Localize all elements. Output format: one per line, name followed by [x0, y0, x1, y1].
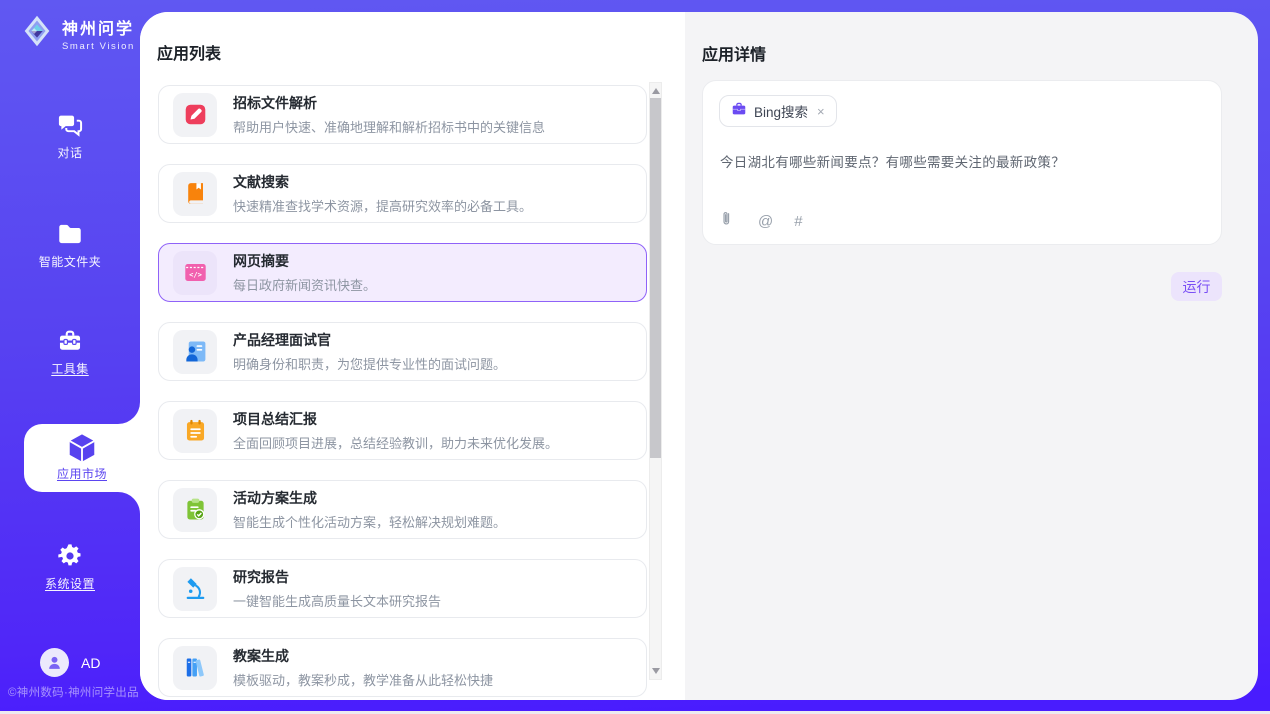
brand-logo-icon — [18, 12, 56, 55]
scroll-up-icon[interactable] — [652, 88, 660, 94]
mention-icon[interactable]: @ — [758, 213, 773, 230]
scrollbar-thumb[interactable] — [650, 98, 661, 458]
sidebar-item-label: 智能文件夹 — [0, 253, 140, 270]
app-card-description: 模板驱动，教案秒成，教学准备从此轻松快捷 — [233, 670, 493, 689]
sidebar-item-chat[interactable]: 对话 — [0, 111, 140, 161]
sidebar-item-label: 工具集 — [0, 360, 140, 377]
sidebar-item-toolbox[interactable]: 工具集 — [0, 327, 140, 377]
sidebar-item-label: 应用市场 — [24, 465, 140, 482]
brand-logo: 神州问学 Smart Vision — [18, 12, 135, 55]
chat-icon — [56, 111, 84, 139]
app-window: 神州问学 Smart Vision 对话智能文件夹工具集应用市场系统设置 AD … — [0, 0, 1270, 714]
app-card-title: 文献搜索 — [233, 172, 532, 192]
prompt-input[interactable]: 今日湖北有哪些新闻要点？有哪些需要关注的最新政策？ — [720, 151, 1201, 171]
app-card-title: 招标文件解析 — [233, 93, 545, 113]
app-card[interactable]: 教案生成模板驱动，教案秒成，教学准备从此轻松快捷 — [158, 638, 647, 697]
cube-icon — [66, 432, 98, 464]
sidebar-item-app-market[interactable]: 应用市场 — [24, 424, 140, 492]
tender-icon — [173, 93, 217, 137]
brand-text: 神州问学 Smart Vision — [62, 15, 135, 52]
app-list-panel: 应用列表 招标文件解析帮助用户快速、准确地理解和解析招标书中的关键信息文献搜索快… — [140, 12, 685, 700]
app-detail-panel: 应用详情 Bing搜索 × 今日湖北有哪些新闻要点？有哪些需要关注的最新政策？ — [685, 12, 1258, 700]
app-card-title: 项目总结汇报 — [233, 409, 558, 429]
app-card-description: 每日政府新闻资讯快查。 — [233, 275, 376, 294]
run-button[interactable]: 运行 — [1171, 272, 1222, 301]
notepad-icon — [173, 409, 217, 453]
app-card[interactable]: 产品经理面试官明确身份和职责，为您提供专业性的面试问题。 — [158, 322, 647, 381]
input-toolbar: @ # — [720, 210, 803, 232]
folder-icon — [56, 220, 84, 248]
avatar — [40, 648, 69, 677]
books-icon — [173, 646, 217, 690]
app-card[interactable]: 研究报告一键智能生成高质量长文本研究报告 — [158, 559, 647, 618]
app-card-title: 产品经理面试官 — [233, 330, 506, 350]
app-detail-title: 应用详情 — [702, 41, 766, 65]
gear-icon — [56, 542, 84, 570]
book-icon — [173, 172, 217, 216]
app-card-description: 一键智能生成高质量长文本研究报告 — [233, 591, 441, 610]
app-list-title: 应用列表 — [157, 40, 221, 64]
tool-chip-bing-search[interactable]: Bing搜索 × — [719, 95, 837, 127]
app-card[interactable]: 项目总结汇报全面回顾项目进展，总结经验教训，助力未来优化发展。 — [158, 401, 647, 460]
app-card[interactable]: 招标文件解析帮助用户快速、准确地理解和解析招标书中的关键信息 — [158, 85, 647, 144]
app-card-title: 教案生成 — [233, 646, 493, 666]
sidebar-item-label: 系统设置 — [0, 575, 140, 592]
app-card[interactable]: </> 网页摘要每日政府新闻资讯快查。 — [158, 243, 647, 302]
brand-subtitle: Smart Vision — [62, 41, 135, 52]
hashtag-icon[interactable]: # — [794, 213, 802, 230]
app-card-title: 网页摘要 — [233, 251, 376, 271]
user-account[interactable]: AD — [40, 648, 100, 677]
app-card-description: 明确身份和职责，为您提供专业性的面试问题。 — [233, 354, 506, 373]
chip-close-icon[interactable]: × — [817, 104, 825, 119]
app-card-description: 帮助用户快速、准确地理解和解析招标书中的关键信息 — [233, 117, 545, 136]
user-icon — [46, 654, 63, 671]
microscope-icon — [173, 567, 217, 611]
app-card-description: 智能生成个性化活动方案，轻松解决规划难题。 — [233, 512, 506, 531]
scrollbar[interactable] — [649, 82, 662, 680]
content-area: 应用列表 招标文件解析帮助用户快速、准确地理解和解析招标书中的关键信息文献搜索快… — [140, 12, 1258, 700]
scroll-down-icon[interactable] — [652, 668, 660, 674]
user-name: AD — [81, 655, 100, 671]
app-list: 招标文件解析帮助用户快速、准确地理解和解析招标书中的关键信息文献搜索快速精准查找… — [158, 85, 647, 700]
sidebar: 神州问学 Smart Vision 对话智能文件夹工具集应用市场系统设置 AD … — [0, 0, 140, 714]
prompt-card: Bing搜索 × 今日湖北有哪些新闻要点？有哪些需要关注的最新政策？ @ # — [702, 80, 1222, 245]
brand-name: 神州问学 — [62, 15, 135, 39]
sidebar-item-smart-folder[interactable]: 智能文件夹 — [0, 220, 140, 270]
app-card[interactable]: 活动方案生成智能生成个性化活动方案，轻松解决规划难题。 — [158, 480, 647, 539]
webpage-icon: </> — [173, 251, 217, 295]
tool-chip-label: Bing搜索 — [754, 101, 808, 121]
sidebar-item-settings[interactable]: 系统设置 — [0, 542, 140, 592]
toolbox-icon — [56, 327, 84, 355]
active-curve-top — [118, 402, 140, 424]
app-card-description: 快速精准查找学术资源，提高研究效率的必备工具。 — [233, 196, 532, 215]
app-card-title: 活动方案生成 — [233, 488, 506, 508]
interview-icon — [173, 330, 217, 374]
clipboard-icon — [173, 488, 217, 532]
attachment-icon[interactable] — [720, 210, 737, 232]
briefcase-icon — [731, 101, 747, 122]
sidebar-item-label: 对话 — [0, 144, 140, 161]
svg-text:</>: </> — [189, 270, 202, 279]
copyright-text: ©神州数码·神州问学出品 — [8, 684, 148, 700]
active-curve-bottom — [118, 492, 140, 514]
app-card[interactable]: 文献搜索快速精准查找学术资源，提高研究效率的必备工具。 — [158, 164, 647, 223]
app-card-description: 全面回顾项目进展，总结经验教训，助力未来优化发展。 — [233, 433, 558, 452]
app-card-title: 研究报告 — [233, 567, 441, 587]
